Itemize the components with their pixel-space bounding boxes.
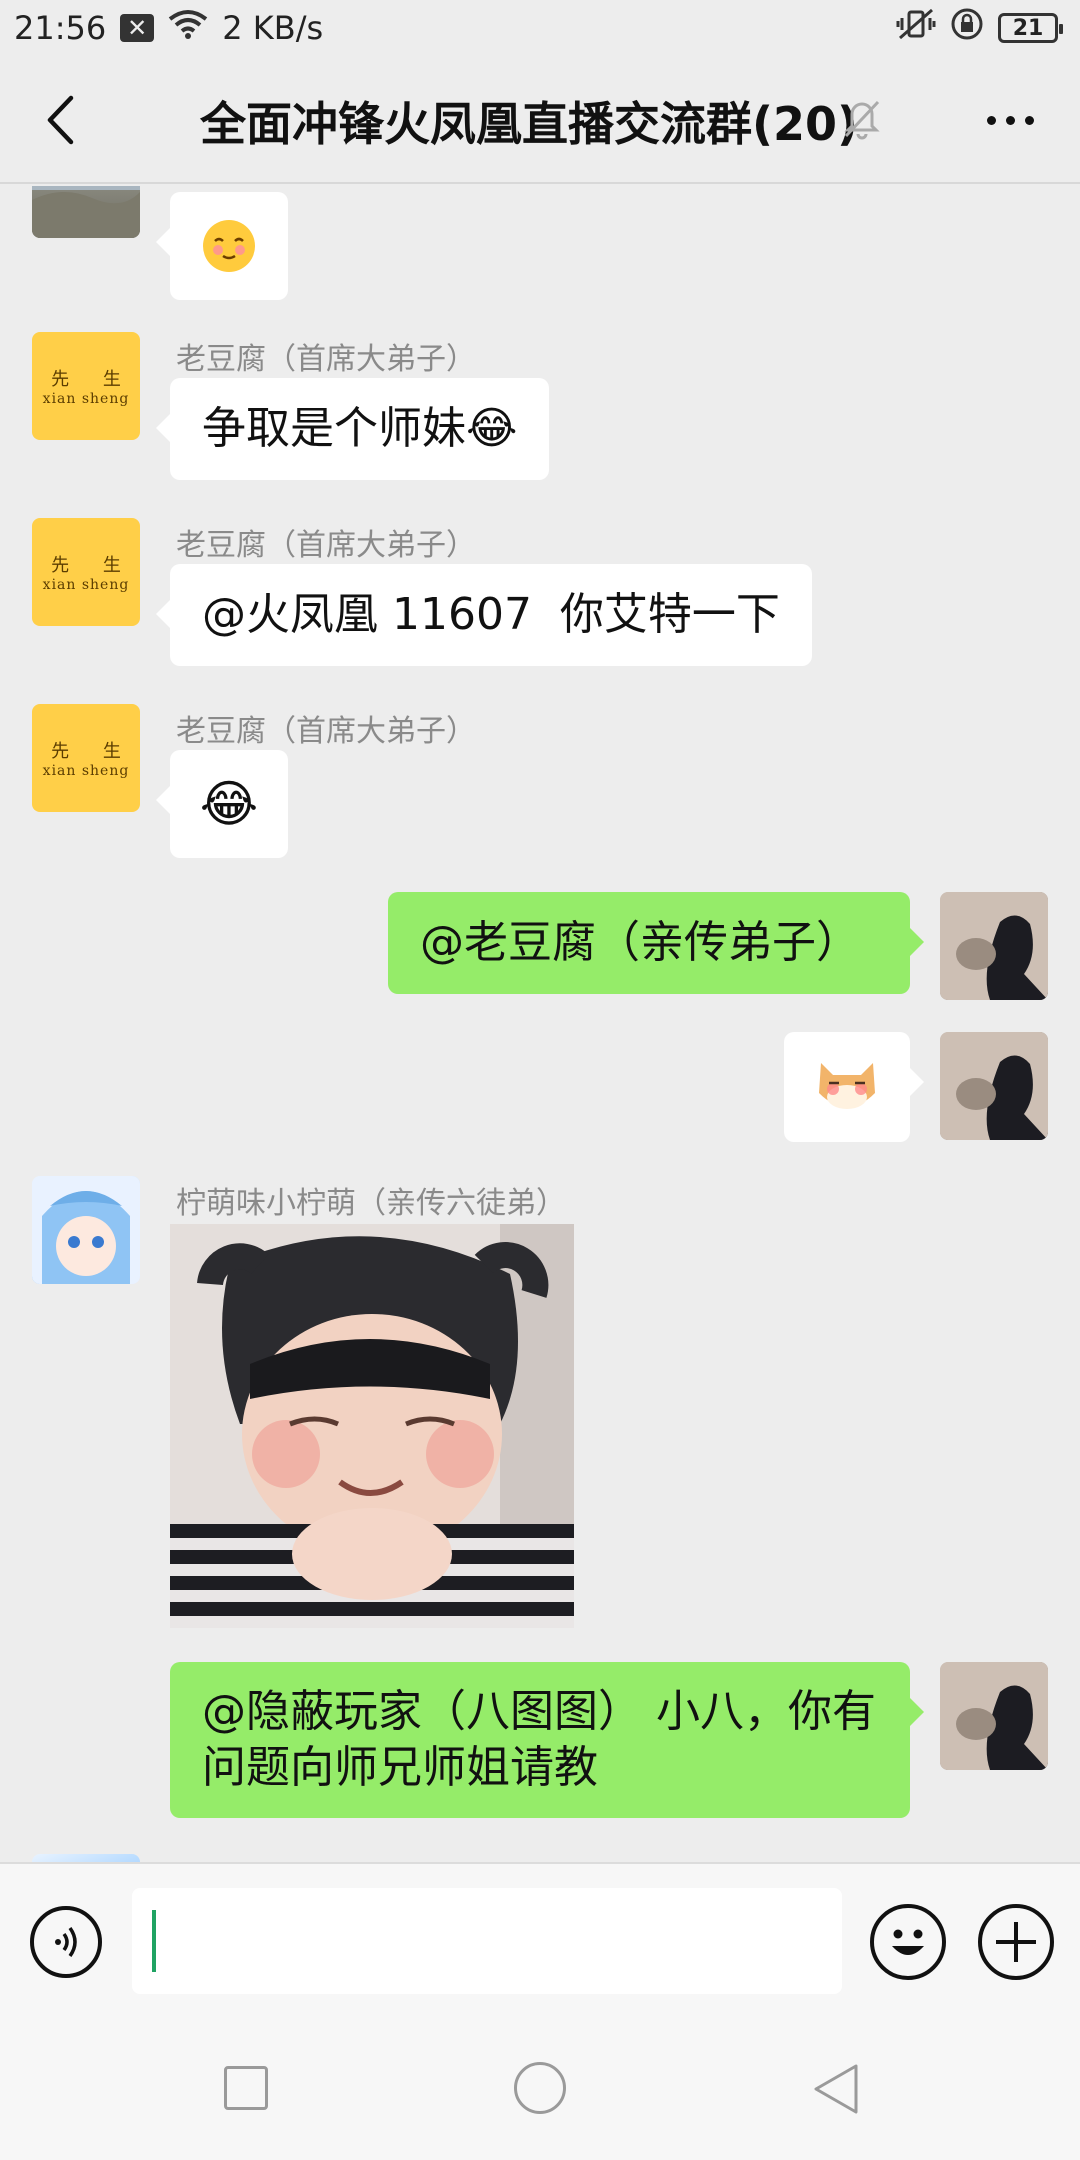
- home-button[interactable]: [514, 2062, 566, 2114]
- battery-indicator: 21: [998, 13, 1063, 43]
- voice-input-button[interactable]: [30, 1906, 102, 1978]
- avatar-self[interactable]: [940, 892, 1048, 1000]
- avatar[interactable]: 先 生 xian sheng: [32, 518, 140, 626]
- sender-name: 柠萌味小柠萌（亲传六徒弟）: [176, 1186, 566, 1221]
- recent-apps-button[interactable]: [224, 2066, 268, 2110]
- network-speed: 2 KB/s: [222, 9, 324, 47]
- system-navigation-bar: [0, 2014, 1080, 2160]
- chat-title: 全面冲锋火凤凰直播交流群(20): [200, 97, 859, 151]
- close-box-icon: ✕: [120, 14, 155, 42]
- back-button[interactable]: [30, 90, 90, 150]
- mute-bell-icon: [842, 96, 882, 144]
- sender-name: 老豆腐（首席大弟子）: [176, 342, 476, 377]
- input-bar: [0, 1862, 1080, 2014]
- wifi-icon: [168, 8, 208, 48]
- emoji-button[interactable]: [870, 1904, 946, 1980]
- sender-name: 老豆腐（首席大弟子）: [176, 528, 476, 563]
- message-list[interactable]: 先 生 xian sheng 老豆腐（首席大弟子） 争取是个师妹😂 先 生 xi…: [0, 186, 1080, 1862]
- avatar[interactable]: [32, 1176, 140, 1284]
- message-line: @隐蔽玩家（八图图） 小八，你有: [202, 1686, 876, 1737]
- tears-of-joy-emoji: 😂: [199, 775, 259, 833]
- sender-name: 老豆腐（首席大弟子）: [176, 714, 476, 749]
- more-button[interactable]: [980, 100, 1040, 140]
- avatar[interactable]: 先 生 xian sheng: [32, 704, 140, 812]
- message-bubble[interactable]: 😂: [156, 750, 288, 858]
- back-chevron-icon: [47, 95, 74, 145]
- message-bubble[interactable]: [156, 192, 288, 300]
- message-line: 问题向师兄师姐请教: [202, 1742, 598, 1793]
- message-bubble[interactable]: 争取是个师妹😂: [155, 378, 550, 480]
- status-bar: 21:56 ✕ 2 KB/s 21: [0, 0, 1080, 56]
- message-bubble[interactable]: [784, 1032, 924, 1142]
- smiley-icon: [892, 1929, 924, 1955]
- voice-icon: [55, 1926, 77, 1958]
- avatar-self[interactable]: [940, 1662, 1048, 1770]
- lock-rotation-icon: [950, 7, 984, 49]
- message-bubble[interactable]: @隐蔽玩家（八图图） 小八，你有 问题向师兄师姐请教: [170, 1662, 924, 1818]
- message-bubble[interactable]: @火凤凰 11607 你艾特一下: [156, 564, 812, 666]
- chat-header: 全面冲锋火凤凰直播交流群(20): [0, 56, 1080, 184]
- status-left: 21:56 ✕ 2 KB/s: [14, 8, 323, 48]
- more-dots-icon: [986, 115, 996, 125]
- vibrate-icon: [896, 8, 936, 48]
- back-triangle-icon[interactable]: [810, 2062, 862, 2116]
- status-time: 21:56: [14, 9, 107, 47]
- avatar-self[interactable]: [940, 1032, 1048, 1140]
- message-input[interactable]: [132, 1888, 842, 1994]
- more-actions-button[interactable]: [978, 1904, 1054, 1980]
- shiba-blush-sticker-icon: [819, 1063, 875, 1109]
- avatar[interactable]: [32, 1854, 140, 1862]
- blush-face-icon: [203, 220, 255, 272]
- avatar[interactable]: [32, 186, 140, 238]
- text-cursor: [152, 1910, 156, 1972]
- image-message-baby-photo[interactable]: [170, 1224, 574, 1628]
- avatar[interactable]: 先 生 xian sheng: [32, 332, 140, 440]
- message-bubble[interactable]: @老豆腐（亲传弟子）: [388, 892, 924, 994]
- status-right: 21: [896, 0, 1063, 56]
